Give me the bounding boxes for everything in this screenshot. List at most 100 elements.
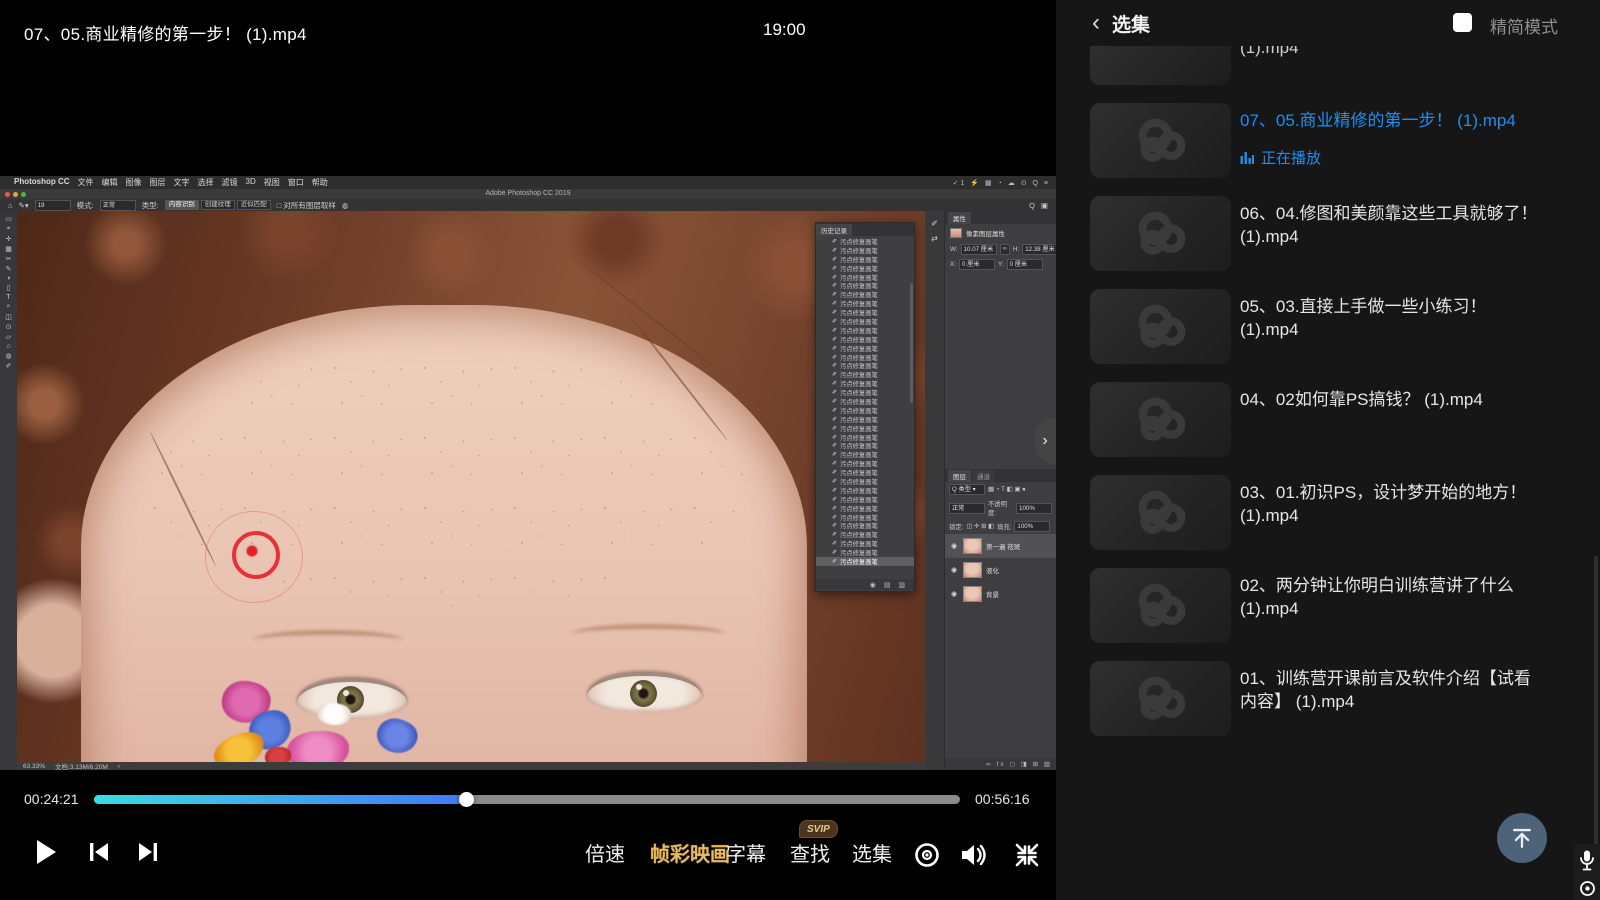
- tool-icon-5[interactable]: ✎: [6, 265, 12, 273]
- thumbnail[interactable]: [1090, 661, 1231, 736]
- properties-tab[interactable]: 属性: [948, 212, 971, 224]
- history-row[interactable]: ✐污点修复画笔: [816, 264, 914, 273]
- layers-tab[interactable]: 图层: [948, 470, 971, 482]
- tool-icon-15[interactable]: ✐: [6, 362, 12, 370]
- history-row[interactable]: ✐污点修复画笔: [816, 237, 914, 246]
- workspace-icon[interactable]: ▣: [1041, 201, 1048, 210]
- history-row[interactable]: ✐污点修复画笔: [816, 450, 914, 459]
- zoom-level[interactable]: 63.33%: [23, 763, 45, 770]
- type-option-2[interactable]: 近似匹配: [237, 200, 271, 210]
- history-row[interactable]: ✐污点修复画笔: [816, 459, 914, 468]
- play-button[interactable]: [30, 836, 62, 868]
- brush-tool-icon[interactable]: ✎▾: [19, 201, 29, 210]
- history-row[interactable]: ✐污点修复画笔: [816, 477, 914, 486]
- tool-icon-8[interactable]: T: [6, 294, 10, 301]
- history-footer-icons[interactable]: ◉ ▤ ▥: [816, 579, 914, 590]
- tool-icon-11[interactable]: ⊙: [6, 323, 12, 331]
- episode-title[interactable]: 02、两分钟让你明白训练营讲了什么 (1).mp4: [1240, 574, 1540, 620]
- history-tab[interactable]: 历史记录: [816, 224, 852, 236]
- history-row[interactable]: ✐污点修复画笔: [816, 370, 914, 379]
- back-chevron-icon[interactable]: ‹: [1092, 13, 1100, 33]
- dock-collapsed-strip[interactable]: ✐ ⇄: [925, 211, 944, 770]
- history-row[interactable]: ✐污点修复画笔: [816, 290, 914, 299]
- playlist-item-1[interactable]: 06、04.修图和美颜靠这些工具就够了！ (1).mp4: [1090, 196, 1576, 276]
- layer-list[interactable]: ◉第一遍 祛斑◉液化◉背景: [945, 534, 1056, 606]
- next-button[interactable]: [134, 838, 162, 866]
- tool-icon-6[interactable]: ◑: [6, 275, 10, 282]
- record-target-icon[interactable]: [912, 840, 942, 870]
- search-in-video-button[interactable]: 查找: [790, 838, 830, 867]
- ps-canvas-image[interactable]: [17, 211, 925, 762]
- lock-icons[interactable]: ◫ ✛ ⊞ ◧: [966, 523, 994, 530]
- progress-bar[interactable]: [94, 795, 960, 804]
- link-dimensions-icon[interactable]: ∞: [1000, 244, 1010, 255]
- layer-filter-icons[interactable]: ▦ ◔ T ◧ ▣ ●: [988, 486, 1026, 493]
- layer-filter-select[interactable]: Q 类型 ▾: [949, 484, 985, 495]
- tool-icon-12[interactable]: ▱: [6, 333, 11, 341]
- history-row[interactable]: ✐污点修复画笔: [816, 361, 914, 370]
- layers-footer-icons[interactable]: ∞ fx ◻ ◨ ⊞ ▥: [945, 758, 1056, 770]
- frame-color-button[interactable]: 帧彩映画: [650, 838, 730, 867]
- thumbnail[interactable]: [1090, 475, 1231, 550]
- history-row[interactable]: ✐污点修复画笔: [816, 353, 914, 362]
- ps-menu-item-4[interactable]: 图层: [150, 177, 166, 188]
- tool-icon-3[interactable]: ▦: [5, 245, 12, 253]
- history-row[interactable]: ✐污点修复画笔: [816, 388, 914, 397]
- ps-menu-item-3[interactable]: 图像: [126, 177, 142, 188]
- history-row[interactable]: ✐污点修复画笔: [816, 441, 914, 450]
- thumbnail[interactable]: [1090, 382, 1231, 457]
- tool-icon-4[interactable]: ✂: [6, 255, 12, 263]
- playlist-item-4[interactable]: 03、01.初识PS，设计梦开始的地方！ (1).mp4: [1090, 475, 1576, 555]
- history-row[interactable]: ✐污点修复画笔: [816, 299, 914, 308]
- history-row[interactable]: ✐污点修复画笔: [816, 335, 914, 344]
- playlist-item-6[interactable]: 01、训练营开课前言及软件介绍【试看内容】 (1).mp4: [1090, 661, 1576, 741]
- history-row[interactable]: ✐污点修复画笔: [816, 308, 914, 317]
- layer-visibility-icon[interactable]: ◉: [949, 542, 959, 550]
- playlist-item-3[interactable]: 04、02如何靠PS搞钱？ (1).mp4: [1090, 382, 1576, 462]
- episodes-button[interactable]: 选集: [852, 838, 892, 867]
- episode-title[interactable]: 07、05.商业精修的第一步！ (1).mp4: [1240, 109, 1540, 132]
- history-row[interactable]: ✐污点修复画笔: [816, 281, 914, 290]
- tool-icon-13[interactable]: ⌂: [6, 343, 10, 350]
- history-row[interactable]: ✐污点修复画笔: [816, 539, 914, 548]
- opacity-field[interactable]: 100%: [1016, 503, 1052, 514]
- video-frame[interactable]: Photoshop CC文件编辑图像图层文字选择滤镜3D视图窗口帮助 ✓1 ⚡ …: [0, 176, 1056, 770]
- history-row[interactable]: ✐污点修复画笔: [816, 397, 914, 406]
- history-row[interactable]: ✐污点修复画笔: [816, 495, 914, 504]
- history-row[interactable]: ✐污点修复画笔: [816, 504, 914, 513]
- progress-thumb[interactable]: [459, 792, 474, 807]
- playlist-item-0[interactable]: 07、05.商业精修的第一步！ (1).mp4正在播放: [1090, 103, 1576, 183]
- episode-title[interactable]: 01、训练营开课前言及软件介绍【试看内容】 (1).mp4: [1240, 667, 1540, 713]
- history-row[interactable]: ✐污点修复画笔: [816, 548, 914, 557]
- ps-menu-item-9[interactable]: 视图: [264, 177, 280, 188]
- microphone-icon[interactable]: [1574, 844, 1600, 876]
- thumbnail[interactable]: [1090, 196, 1231, 271]
- previous-button[interactable]: [85, 838, 113, 866]
- ps-menu-item-0[interactable]: Photoshop CC: [14, 177, 70, 188]
- ps-menu-item-1[interactable]: 文件: [78, 177, 94, 188]
- mini-player-icon[interactable]: [1012, 840, 1042, 870]
- episode-title[interactable]: 03、01.初识PS，设计梦开始的地方！ (1).mp4: [1240, 481, 1540, 527]
- home-icon[interactable]: ⌂: [8, 201, 13, 210]
- history-scrollbar[interactable]: [910, 283, 913, 403]
- search-icon[interactable]: Q: [1029, 201, 1035, 210]
- fill-field[interactable]: 100%: [1014, 521, 1050, 532]
- blend-mode-select[interactable]: 正常: [949, 503, 985, 514]
- history-row[interactable]: ✐污点修复画笔: [816, 255, 914, 264]
- history-row[interactable]: ✐污点修复画笔: [816, 468, 914, 477]
- ps-menu-item-10[interactable]: 窗口: [288, 177, 304, 188]
- ps-menu-item-8[interactable]: 3D: [246, 177, 256, 188]
- history-row[interactable]: ✐污点修复画笔: [816, 406, 914, 415]
- episode-title[interactable]: 05、03.直接上手做一些小练习！ (1).mp4: [1240, 295, 1540, 341]
- history-row[interactable]: ✐污点修复画笔: [816, 317, 914, 326]
- layer-visibility-icon[interactable]: ◉: [949, 566, 959, 574]
- subtitles-button[interactable]: 字幕: [726, 838, 766, 867]
- playlist-item-2[interactable]: 05、03.直接上手做一些小练习！ (1).mp4: [1090, 289, 1576, 369]
- tool-icon-1[interactable]: ⌖: [7, 225, 11, 233]
- back-to-top-button[interactable]: [1497, 813, 1547, 863]
- status-arrow-icon[interactable]: ›: [118, 763, 120, 770]
- thumbnail[interactable]: [1090, 103, 1231, 178]
- ps-menu-item-6[interactable]: 选择: [198, 177, 214, 188]
- history-row[interactable]: ✐污点修复画笔: [816, 246, 914, 255]
- tool-icon-0[interactable]: ▭: [5, 215, 12, 223]
